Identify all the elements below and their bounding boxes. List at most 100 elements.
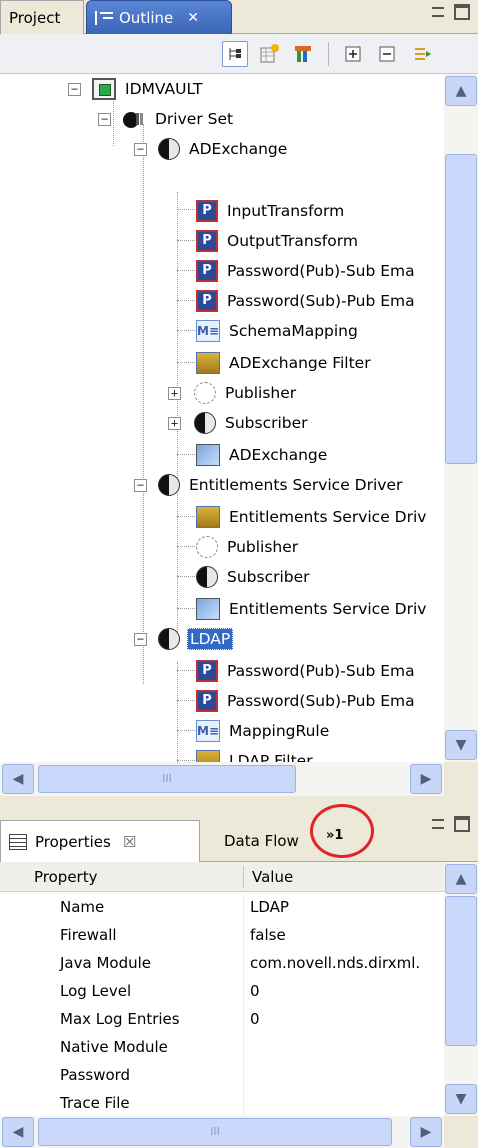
- outline-tree[interactable]: − IDMVAULT − Driver Set − ADExchange P I…: [0, 74, 444, 762]
- expand-icon[interactable]: +: [168, 387, 181, 400]
- table-row[interactable]: Trace File: [0, 1090, 444, 1116]
- panel-splitter[interactable]: [0, 796, 478, 808]
- outline-toolbar: [0, 34, 478, 74]
- annotation-circle: [310, 804, 374, 858]
- tree-node-label: InputTransform: [227, 202, 345, 220]
- scroll-thumb[interactable]: III: [38, 1118, 392, 1146]
- tab-project[interactable]: Project: [0, 0, 84, 34]
- policy-icon: P: [196, 690, 218, 712]
- tree-node-adexchange-app[interactable]: ADExchange: [196, 440, 329, 470]
- tree-node-label: ADExchange Filter: [229, 354, 371, 372]
- property-name: Name: [60, 898, 105, 916]
- tree-node-ldap-password-pub-sub[interactable]: P Password(Pub)-Sub Ema: [196, 656, 417, 686]
- outline-horizontal-scrollbar[interactable]: ◀ III ▶: [0, 762, 444, 796]
- property-value[interactable]: 0: [250, 982, 260, 1000]
- properties-table[interactable]: Property Value Name LDAP Firewall false …: [0, 862, 444, 1116]
- minimize-icon[interactable]: [432, 7, 444, 17]
- filter-icon: [196, 506, 220, 528]
- expand-icon[interactable]: +: [168, 417, 181, 430]
- collapse-icon[interactable]: −: [68, 83, 81, 96]
- tree-node-adexchange[interactable]: − ADExchange: [134, 134, 289, 164]
- tree-node-entitlements-publisher[interactable]: Publisher: [196, 532, 300, 562]
- collapse-icon[interactable]: −: [134, 143, 147, 156]
- property-name: Log Level: [60, 982, 132, 1000]
- collapse-icon[interactable]: −: [134, 479, 147, 492]
- properties-vertical-scrollbar[interactable]: ▲ ▼: [444, 862, 478, 1116]
- tree-node-entitlements-driver[interactable]: − Entitlements Service Driver: [134, 470, 404, 500]
- minimize-icon[interactable]: [432, 819, 444, 829]
- tree-node-idmvault[interactable]: − IDMVAULT: [68, 74, 204, 104]
- tree-node-label: Password(Pub)-Sub Ema: [227, 662, 415, 680]
- tree-node-label: SchemaMapping: [229, 322, 358, 340]
- tree-node-mappingrule[interactable]: M≡ MappingRule: [196, 716, 331, 746]
- tab-properties[interactable]: Properties ☒: [0, 820, 200, 862]
- table-row[interactable]: Password: [0, 1062, 444, 1090]
- tree-node-label: Password(Sub)-Pub Ema: [227, 692, 415, 710]
- maximize-icon[interactable]: [454, 4, 470, 20]
- tree-node-outputtransform[interactable]: P OutputTransform: [196, 226, 360, 256]
- scroll-right-icon[interactable]: ▶: [410, 1117, 442, 1147]
- application-icon: [196, 444, 220, 466]
- scroll-down-icon[interactable]: ▼: [445, 1084, 477, 1114]
- property-value[interactable]: false: [250, 926, 286, 944]
- table-row[interactable]: Java Module com.novell.nds.dirxml.: [0, 950, 444, 978]
- new-item-icon[interactable]: [256, 41, 282, 67]
- collapse-icon[interactable]: −: [134, 633, 147, 646]
- scroll-grip: III: [162, 772, 172, 785]
- scroll-down-icon[interactable]: ▼: [445, 730, 477, 760]
- property-value[interactable]: LDAP: [250, 898, 289, 916]
- tree-node-subscriber[interactable]: + Subscriber: [168, 408, 310, 438]
- scroll-up-icon[interactable]: ▲: [445, 76, 477, 106]
- tree-node-inputtransform[interactable]: P InputTransform: [196, 196, 346, 226]
- table-row[interactable]: Log Level 0: [0, 978, 444, 1006]
- policy-icon: P: [196, 290, 218, 312]
- tree-node-ldap-password-sub-pub[interactable]: P Password(Sub)-Pub Ema: [196, 686, 417, 716]
- tree-node-entitlements-filter[interactable]: Entitlements Service Driv: [196, 502, 428, 532]
- tree-node-entitlements-subscriber[interactable]: Subscriber: [196, 562, 312, 592]
- table-row[interactable]: Firewall false: [0, 922, 444, 950]
- column-header-property[interactable]: Property: [34, 868, 97, 886]
- table-row[interactable]: Max Log Entries 0: [0, 1006, 444, 1034]
- filter-icon[interactable]: [290, 41, 316, 67]
- tree-node-ldap[interactable]: − LDAP: [134, 624, 234, 654]
- outline-vertical-scrollbar[interactable]: ▲ ▼: [444, 74, 478, 762]
- hierarchy-view-icon[interactable]: [222, 41, 248, 67]
- expand-all-icon[interactable]: [340, 41, 366, 67]
- scroll-thumb[interactable]: III: [38, 765, 296, 793]
- tree-node-driver-set[interactable]: − Driver Set: [98, 104, 235, 134]
- maximize-icon[interactable]: [454, 816, 470, 832]
- tree-node-entitlements-app[interactable]: Entitlements Service Driv: [196, 594, 428, 624]
- column-header-value[interactable]: Value: [252, 868, 293, 886]
- properties-horizontal-scrollbar[interactable]: ◀ III ▶: [0, 1116, 444, 1148]
- tree-node-adexchange-filter[interactable]: ADExchange Filter: [196, 348, 373, 378]
- property-name: Password: [60, 1066, 131, 1084]
- driver-icon: [158, 138, 180, 160]
- tree-node-password-pub-sub[interactable]: P Password(Pub)-Sub Ema: [196, 256, 417, 286]
- tab-outline[interactable]: Outline ✕: [86, 0, 232, 34]
- scroll-thumb[interactable]: [445, 154, 477, 464]
- collapse-icon[interactable]: −: [98, 113, 111, 126]
- scroll-corner: [444, 1116, 478, 1148]
- scroll-up-icon[interactable]: ▲: [445, 864, 477, 894]
- close-icon[interactable]: ☒: [123, 833, 136, 851]
- sort-icon[interactable]: [410, 41, 436, 67]
- table-row[interactable]: Name LDAP: [0, 894, 444, 922]
- policy-icon: P: [196, 660, 218, 682]
- scroll-right-icon[interactable]: ▶: [410, 764, 442, 794]
- tree-node-ldap-filter[interactable]: LDAP Filter: [196, 746, 315, 762]
- scroll-left-icon[interactable]: ◀: [2, 1117, 34, 1147]
- scroll-thumb[interactable]: [445, 896, 477, 1046]
- tree-node-label: MappingRule: [229, 722, 330, 740]
- scroll-left-icon[interactable]: ◀: [2, 764, 34, 794]
- tree-node-publisher[interactable]: + Publisher: [168, 378, 298, 408]
- property-value[interactable]: 0: [250, 1010, 260, 1028]
- tree-node-schemamapping[interactable]: M≡ SchemaMapping: [196, 316, 360, 346]
- property-value[interactable]: com.novell.nds.dirxml.: [250, 954, 420, 972]
- close-icon[interactable]: ✕: [187, 10, 199, 26]
- collapse-all-icon[interactable]: [374, 41, 400, 67]
- outline-view-icon: [95, 10, 113, 25]
- tab-data-flow[interactable]: Data Flow: [216, 820, 307, 862]
- table-row[interactable]: Native Module: [0, 1034, 444, 1062]
- properties-tabbar: Properties ☒ Data Flow »1: [0, 808, 478, 862]
- tree-node-password-sub-pub[interactable]: P Password(Sub)-Pub Ema: [196, 286, 417, 316]
